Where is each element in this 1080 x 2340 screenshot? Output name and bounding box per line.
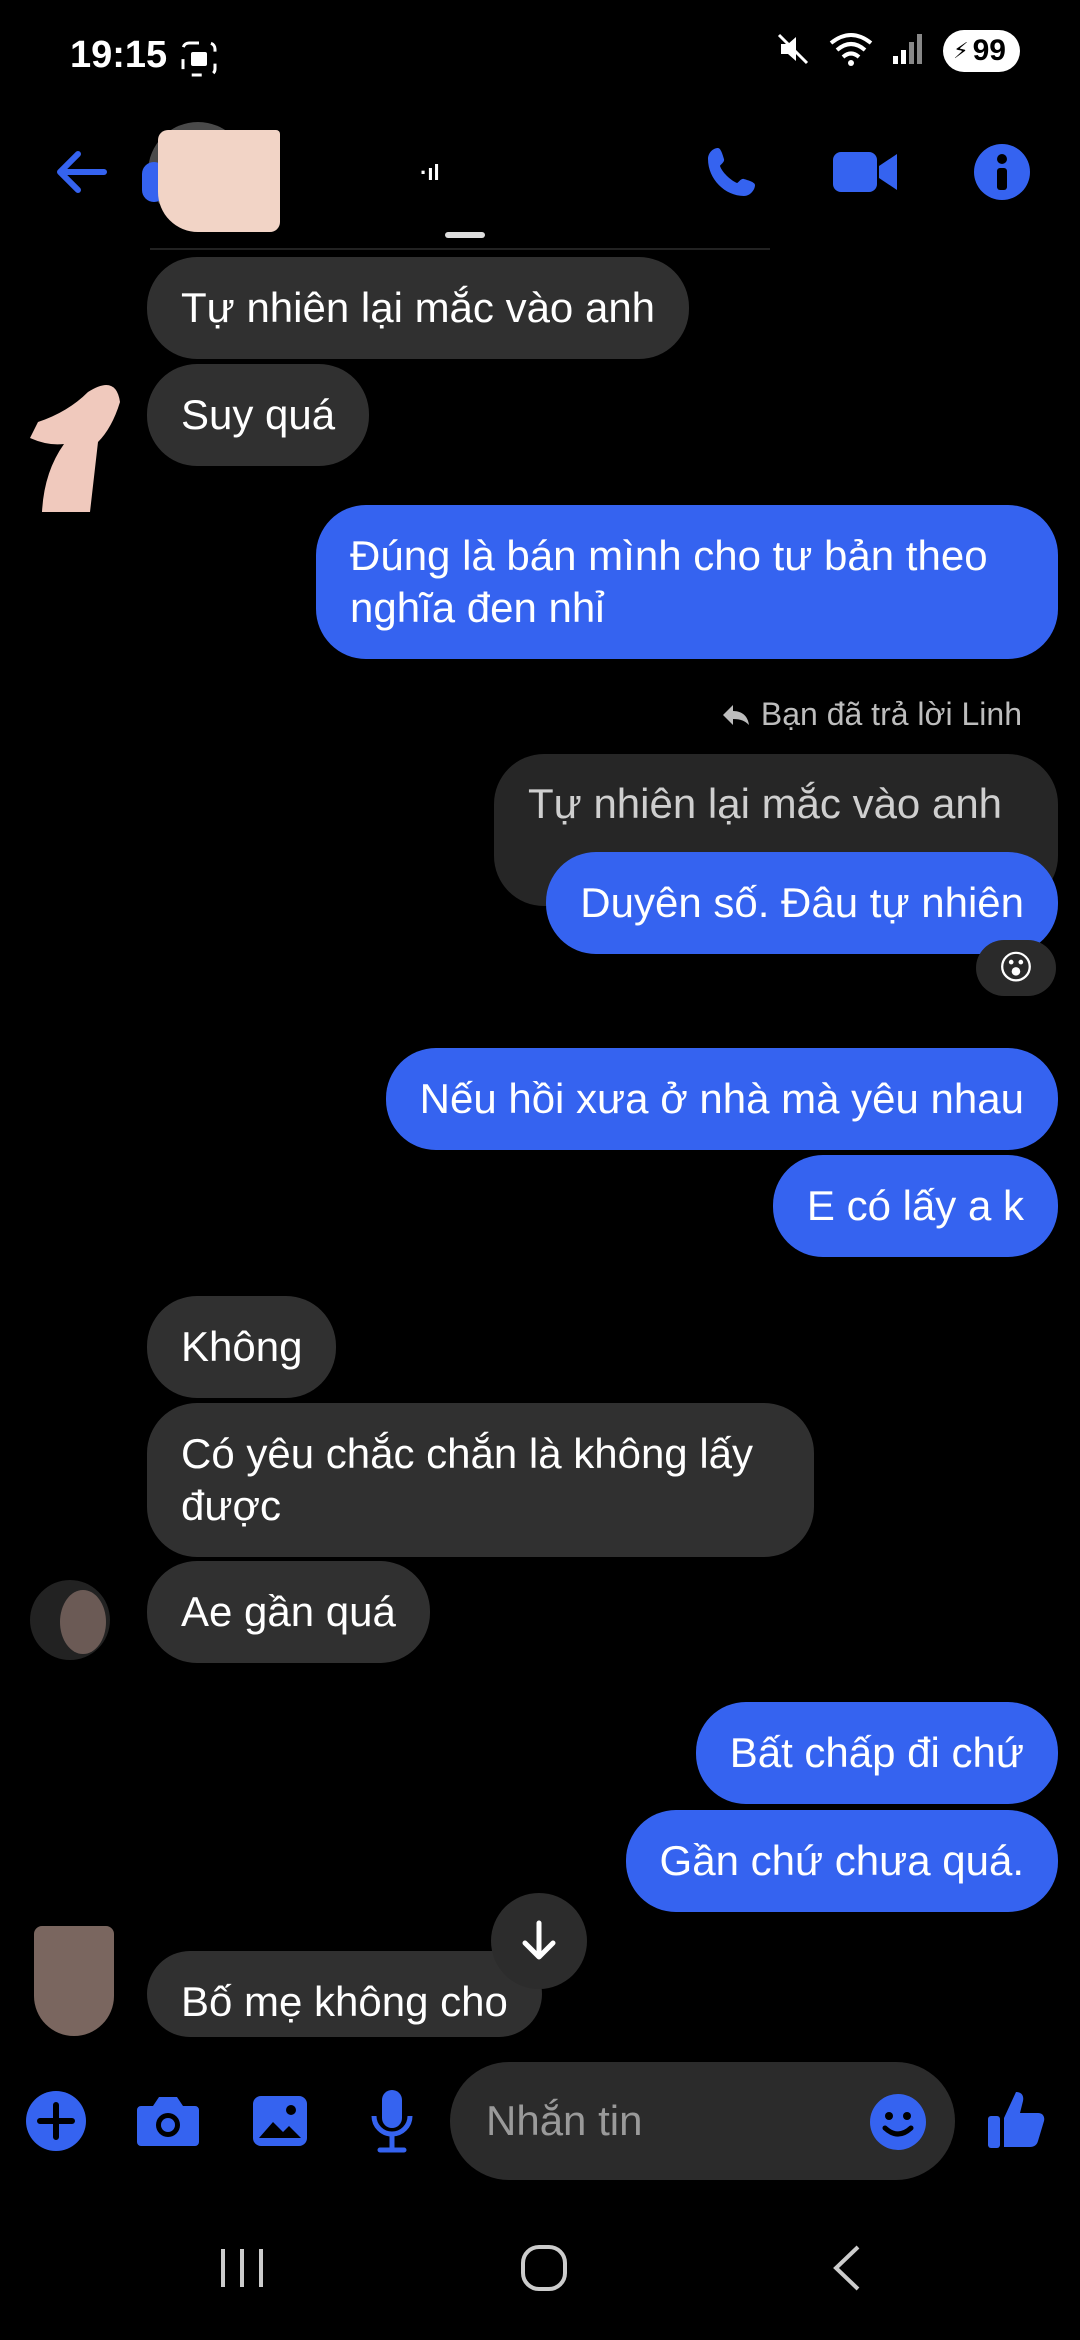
contact-name[interactable]: ·ıl [420,160,440,186]
call-button[interactable] [700,140,764,204]
gallery-button[interactable] [246,2088,314,2154]
emoji-icon [870,2094,926,2150]
battery-indicator: ⚡ 99 [943,30,1020,72]
name-underline [445,232,485,238]
mute-icon [775,31,811,72]
home-button[interactable] [504,2228,584,2308]
reply-icon [722,704,749,725]
chevron-left-icon [833,2245,860,2291]
contact-avatar[interactable] [138,122,283,232]
sender-avatar[interactable] [34,1926,114,2036]
header-divider [150,248,770,250]
message-outgoing[interactable]: Gần chứ chưa quá. [625,1810,1058,1912]
camera-icon [137,2097,199,2146]
wifi-icon [829,31,873,72]
message-incoming[interactable]: Không [147,1296,337,1398]
recents-icon [221,2249,263,2287]
voice-button[interactable] [360,2086,424,2156]
thumbs-up-icon [988,2092,1045,2148]
like-button[interactable] [980,2084,1052,2156]
message-outgoing[interactable]: E có lấy a k [772,1155,1058,1257]
add-button[interactable] [22,2087,90,2155]
status-icons: ⚡ 99 [775,30,1020,72]
microphone-icon [371,2090,413,2153]
message-outgoing[interactable]: Bất chấp đi chứ [695,1702,1058,1804]
back-button[interactable] [48,140,112,204]
message-outgoing[interactable]: Đúng là bán mình cho tư bản theo nghĩa đ… [316,505,1058,659]
reply-note-text: Bạn đã trả lời Linh [760,696,1022,732]
arrow-left-icon [57,151,107,193]
message-outgoing[interactable]: Duyên số. Đâu tự nhiên [546,852,1058,954]
scroll-to-bottom-button[interactable] [491,1893,587,1989]
charging-icon: ⚡ [953,38,969,63]
sender-avatar[interactable] [28,372,120,518]
message-incoming[interactable]: Bố mẹ không cho [147,1951,542,2037]
video-icon [833,152,897,192]
emoji-button[interactable] [866,2090,930,2154]
sender-avatar[interactable] [30,1580,110,1660]
battery-level: 99 [972,34,1006,67]
recent-apps-button[interactable] [202,2228,282,2308]
message-outgoing[interactable]: Nếu hồi xưa ở nhà mà yêu nhau [385,1048,1058,1150]
screenshot-icon [180,40,218,83]
video-call-button[interactable] [830,140,900,204]
reaction-badge[interactable]: 😮 [976,940,1056,996]
info-icon [974,144,1030,200]
message-incoming[interactable]: Ae gần quá [147,1561,430,1663]
image-icon [253,2096,307,2146]
message-incoming[interactable]: Suy quá [147,364,370,466]
reply-note: Bạn đã trả lời Linh [721,696,1022,733]
status-time: 19:15 [70,34,168,76]
arrow-down-icon [522,1920,556,1960]
back-nav-button[interactable] [808,2228,888,2308]
signal-icon [891,32,925,71]
home-icon [521,2245,567,2291]
phone-icon [708,148,755,196]
camera-button[interactable] [132,2088,204,2154]
info-button[interactable] [970,140,1034,204]
plus-icon [26,2091,86,2151]
message-incoming[interactable]: Tự nhiên lại mắc vào anh [147,257,690,359]
message-input[interactable] [484,2096,848,2146]
message-incoming[interactable]: Có yêu chắc chắn là không lấy được [147,1403,814,1557]
